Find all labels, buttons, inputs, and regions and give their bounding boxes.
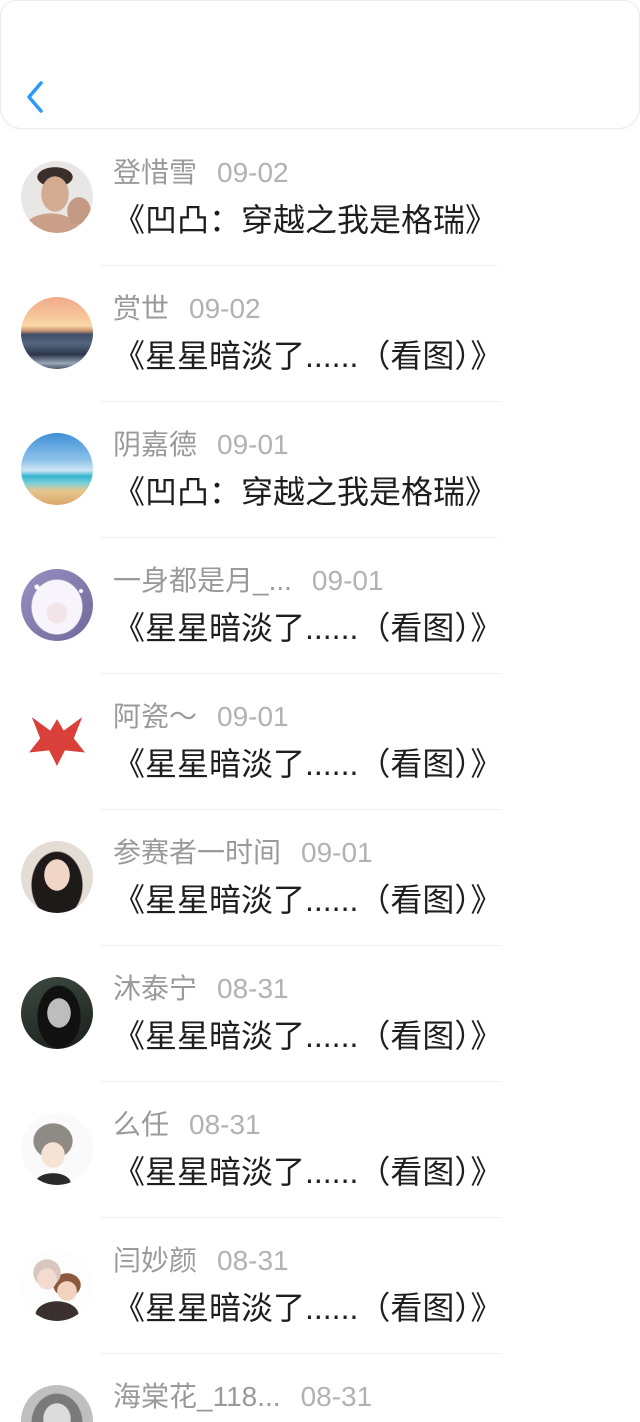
avatar[interactable] xyxy=(21,569,93,641)
item-meta: 么任 08-31 xyxy=(113,1108,502,1142)
user-name[interactable]: 沐泰宁 xyxy=(113,973,197,1004)
item-meta: 闫妙颜 08-31 xyxy=(113,1244,502,1278)
list-item[interactable]: 阴嘉德 09-01 《凹凸：穿越之我是格瑞》 xyxy=(0,402,640,538)
list-item[interactable]: 一身都是月_... 09-01 《星星暗淡了......（看图）》 xyxy=(0,538,640,674)
post-date: 08-31 xyxy=(217,973,289,1004)
user-name[interactable]: 么任 xyxy=(113,1109,169,1140)
post-date: 09-01 xyxy=(217,701,289,732)
article-title[interactable]: 《凹凸：穿越之我是格瑞》 xyxy=(113,200,497,240)
list-item[interactable]: 沐泰宁 08-31 《星星暗淡了......（看图）》 xyxy=(0,946,640,1082)
item-meta: 海棠花_118... 08-31 xyxy=(113,1380,372,1414)
item-info: 沐泰宁 08-31 《星星暗淡了......（看图）》 xyxy=(100,946,503,1082)
item-info: 赏世 09-02 《星星暗淡了......（看图）》 xyxy=(100,266,503,402)
post-date: 09-02 xyxy=(189,293,261,324)
comment-list: 登惜雪 09-02 《凹凸：穿越之我是格瑞》 赏世 09-02 《星星暗淡了....… xyxy=(0,130,640,1422)
post-date: 09-02 xyxy=(217,157,289,188)
article-title[interactable]: 《凹凸：穿越之我是格瑞》 xyxy=(113,472,497,512)
user-name[interactable]: 登惜雪 xyxy=(113,157,197,188)
item-meta: 一身都是月_... 09-01 xyxy=(113,564,502,598)
item-info: 一身都是月_... 09-01 《星星暗淡了......（看图）》 xyxy=(100,538,503,674)
item-info: 闫妙颜 08-31 《星星暗淡了......（看图）》 xyxy=(100,1218,503,1354)
article-title[interactable]: 《星星暗淡了......（看图）》 xyxy=(113,1152,502,1192)
list-item[interactable]: 赏世 09-02 《星星暗淡了......（看图）》 xyxy=(0,266,640,402)
post-date: 09-01 xyxy=(217,429,289,460)
avatar[interactable] xyxy=(21,977,93,1049)
avatar[interactable] xyxy=(21,1385,93,1422)
item-meta: 登惜雪 09-02 xyxy=(113,156,497,190)
user-name[interactable]: 赏世 xyxy=(113,293,169,324)
avatar[interactable] xyxy=(21,1249,93,1321)
list-item[interactable]: 阿瓷～ 09-01 《星星暗淡了......（看图）》 xyxy=(0,674,640,810)
post-date: 09-01 xyxy=(301,837,373,868)
list-item[interactable]: 海棠花_118... 08-31 xyxy=(0,1354,640,1422)
list-item[interactable]: 参赛者一时间 09-01 《星星暗淡了......（看图）》 xyxy=(0,810,640,946)
item-meta: 赏世 09-02 xyxy=(113,292,502,326)
post-date: 08-31 xyxy=(189,1109,261,1140)
item-info: 参赛者一时间 09-01 《星星暗淡了......（看图）》 xyxy=(100,810,503,946)
chevron-left-icon xyxy=(27,81,43,113)
article-title[interactable]: 《星星暗淡了......（看图）》 xyxy=(113,744,502,784)
avatar-art xyxy=(29,717,85,766)
item-meta: 参赛者一时间 09-01 xyxy=(113,836,502,870)
article-title[interactable]: 《星星暗淡了......（看图）》 xyxy=(113,880,502,920)
item-info: 阴嘉德 09-01 《凹凸：穿越之我是格瑞》 xyxy=(100,402,498,538)
list-item[interactable]: 么任 08-31 《星星暗淡了......（看图）》 xyxy=(0,1082,640,1218)
user-name[interactable]: 阴嘉德 xyxy=(113,429,197,460)
avatar[interactable] xyxy=(21,161,93,233)
article-title[interactable]: 《星星暗淡了......（看图）》 xyxy=(113,1288,502,1328)
top-bar xyxy=(0,0,640,129)
item-info: 登惜雪 09-02 《凹凸：穿越之我是格瑞》 xyxy=(100,130,498,266)
list-item[interactable]: 闫妙颜 08-31 《星星暗淡了......（看图）》 xyxy=(0,1218,640,1354)
item-info: 海棠花_118... 08-31 xyxy=(100,1354,372,1422)
list-item[interactable]: 登惜雪 09-02 《凹凸：穿越之我是格瑞》 xyxy=(0,130,640,266)
article-title[interactable]: 《星星暗淡了......（看图）》 xyxy=(113,608,502,648)
user-name[interactable]: 闫妙颜 xyxy=(113,1245,197,1276)
item-meta: 沐泰宁 08-31 xyxy=(113,972,502,1006)
avatar[interactable] xyxy=(21,841,93,913)
article-title[interactable]: 《星星暗淡了......（看图）》 xyxy=(113,336,502,376)
item-meta: 阿瓷～ 09-01 xyxy=(113,700,502,734)
article-title[interactable]: 《星星暗淡了......（看图）》 xyxy=(113,1016,502,1056)
post-date: 09-01 xyxy=(311,565,384,596)
item-meta: 阴嘉德 09-01 xyxy=(113,428,497,462)
post-date: 08-31 xyxy=(300,1381,373,1412)
avatar[interactable] xyxy=(21,297,93,369)
user-name[interactable]: 参赛者一时间 xyxy=(113,837,281,868)
user-name[interactable]: 阿瓷～ xyxy=(113,701,197,732)
avatar[interactable] xyxy=(21,433,93,505)
back-button[interactable] xyxy=(23,79,49,115)
avatar[interactable] xyxy=(21,1113,93,1185)
user-name[interactable]: 海棠花_118... xyxy=(113,1381,281,1412)
user-name[interactable]: 一身都是月_... xyxy=(113,565,292,596)
item-info: 阿瓷～ 09-01 《星星暗淡了......（看图）》 xyxy=(100,674,503,810)
item-info: 么任 08-31 《星星暗淡了......（看图）》 xyxy=(100,1082,503,1218)
post-date: 08-31 xyxy=(217,1245,289,1276)
avatar[interactable] xyxy=(21,705,93,777)
